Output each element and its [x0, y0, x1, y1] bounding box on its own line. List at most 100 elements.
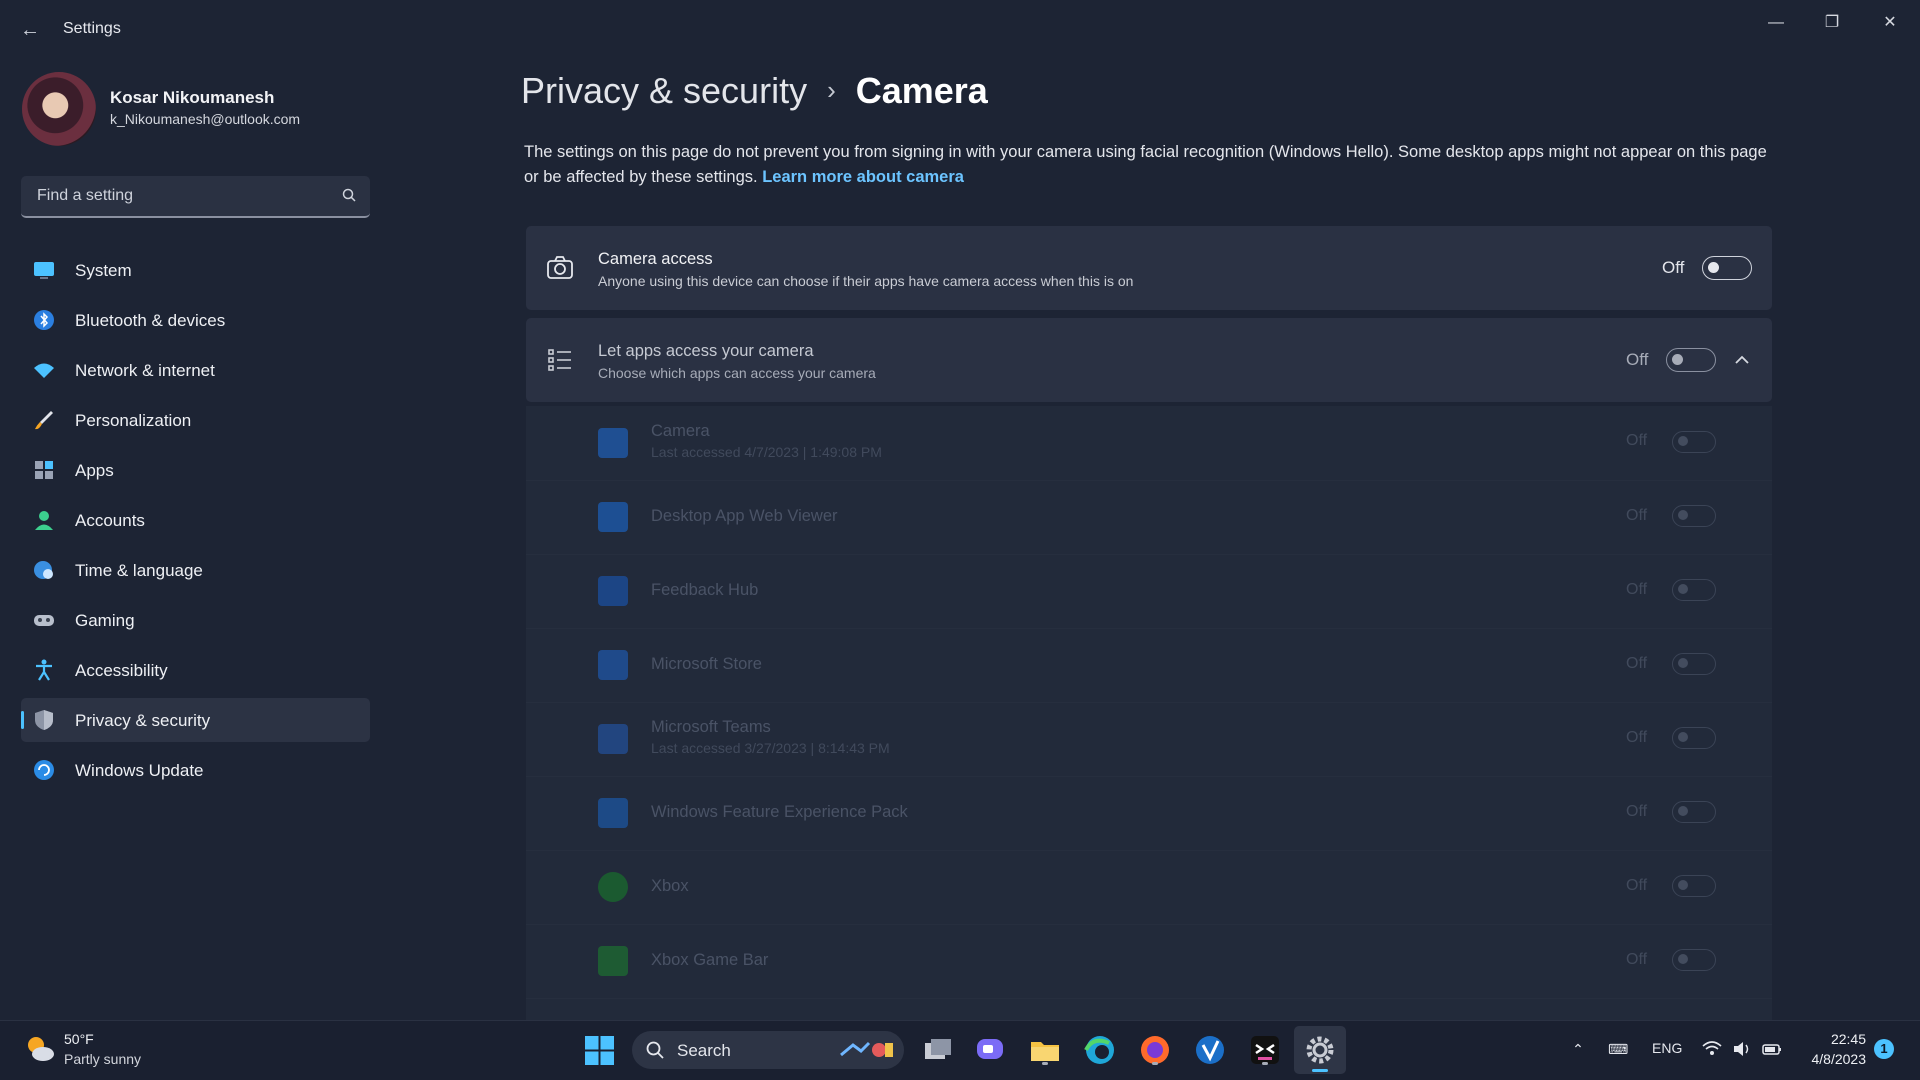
- app-toggle: [1672, 579, 1716, 601]
- xbox-app-icon: [598, 872, 628, 902]
- sidebar-item-label: Privacy & security: [75, 711, 211, 730]
- xbox-game-bar-app-icon: [598, 946, 628, 976]
- toggle-knob: [1678, 954, 1688, 964]
- app-toggle: [1672, 949, 1716, 971]
- let-apps-toggle[interactable]: [1666, 348, 1716, 372]
- keyboard-icon[interactable]: ⌨: [1608, 1039, 1628, 1059]
- sidebar-item-accounts[interactable]: Accounts: [21, 498, 370, 542]
- app-row-desktop-app-web-viewer: Desktop App Web Viewer Off: [526, 480, 1772, 555]
- sidebar-item-system[interactable]: System: [21, 248, 370, 292]
- taskbar: 50°F Partly sunny Search ⌃ ⌨ ENG 22:45 4…: [0, 1020, 1920, 1080]
- shield-icon: [35, 710, 53, 730]
- weather-temperature[interactable]: 50°F: [64, 1031, 94, 1047]
- learn-more-link[interactable]: Learn more about camera: [762, 168, 964, 186]
- chevron-up-icon[interactable]: ⌃: [1568, 1039, 1588, 1059]
- avatar[interactable]: [22, 72, 96, 146]
- chevron-up-icon[interactable]: [1731, 349, 1753, 371]
- let-apps-access-card[interactable]: Let apps access your camera Choose which…: [526, 318, 1772, 402]
- app-state: Off: [1626, 432, 1648, 449]
- apps-icon: [35, 461, 53, 479]
- sidebar-item-privacy-security[interactable]: Privacy & security: [21, 698, 370, 742]
- store-app-icon: [598, 650, 628, 680]
- search-input[interactable]: [35, 186, 329, 206]
- wifi-icon[interactable]: [1702, 1039, 1722, 1059]
- volume-icon[interactable]: [1732, 1039, 1752, 1059]
- list-icon: [548, 349, 571, 371]
- weather-description[interactable]: Partly sunny: [64, 1051, 141, 1067]
- restore-icon[interactable]: ❐: [1810, 8, 1854, 38]
- file-explorer-icon[interactable]: [1028, 1033, 1062, 1067]
- description-text: The settings on this page do not prevent…: [524, 143, 1767, 186]
- accessibility-icon: [36, 659, 52, 681]
- edge-browser-icon[interactable]: [1083, 1033, 1117, 1067]
- chat-icon[interactable]: [973, 1033, 1007, 1067]
- app-row-xbox: Xbox Off: [526, 850, 1772, 925]
- breadcrumb-parent[interactable]: Privacy & security: [521, 70, 807, 111]
- page-description: The settings on this page do not prevent…: [524, 140, 1774, 190]
- running-indicator: [1042, 1062, 1048, 1065]
- update-icon: [34, 760, 54, 780]
- camera-access-toggle[interactable]: [1702, 256, 1752, 280]
- search-box[interactable]: [21, 176, 370, 218]
- app-last-accessed: Last accessed 3/27/2023 | 8:14:43 PM: [651, 740, 890, 756]
- vector-app-icon[interactable]: [1193, 1033, 1227, 1067]
- app-row-xbox-game-bar: Xbox Game Bar Off: [526, 924, 1772, 999]
- firefox-icon[interactable]: [1138, 1033, 1172, 1067]
- close-icon[interactable]: ✕: [1868, 8, 1912, 38]
- taskbar-search[interactable]: Search: [632, 1031, 904, 1069]
- notification-badge[interactable]: 1: [1874, 1039, 1894, 1059]
- partly-sunny-icon[interactable]: [24, 1033, 56, 1065]
- sidebar-item-apps[interactable]: Apps: [21, 448, 370, 492]
- app-toggle: [1672, 431, 1716, 453]
- camera-access-title: Camera access: [598, 250, 713, 268]
- sidebar-item-time-language[interactable]: Time & language: [21, 548, 370, 592]
- app-name: Camera: [651, 422, 710, 440]
- back-arrow-icon[interactable]: ←: [18, 18, 42, 42]
- app-last-accessed: Last accessed 4/7/2023 | 1:49:08 PM: [651, 444, 882, 460]
- app-row-feedback-hub: Feedback Hub Off: [526, 554, 1772, 629]
- toggle-knob: [1678, 436, 1688, 446]
- running-indicator: [1152, 1062, 1158, 1065]
- app-toggle: [1672, 801, 1716, 823]
- settings-window: ← Settings — ❐ ✕ Kosar Nikoumanesh k_Nik…: [0, 0, 1920, 1020]
- let-apps-title: Let apps access your camera: [598, 342, 814, 360]
- camera-app-icon: [598, 428, 628, 458]
- sidebar-item-windows-update[interactable]: Windows Update: [21, 748, 370, 792]
- gamepad-icon: [34, 615, 54, 626]
- language-indicator[interactable]: ENG: [1652, 1040, 1682, 1056]
- person-icon: [35, 511, 53, 530]
- minimize-icon[interactable]: —: [1754, 8, 1798, 38]
- monitor-icon: [34, 262, 54, 279]
- let-apps-state: Off: [1626, 350, 1649, 369]
- camera-icon: [547, 256, 573, 279]
- app-row-microsoft-teams: Microsoft Teams Last accessed 3/27/2023 …: [526, 702, 1772, 777]
- camera-access-subtitle: Anyone using this device can choose if t…: [598, 273, 1134, 289]
- app-state: Off: [1626, 729, 1648, 746]
- app-name: Xbox: [651, 877, 689, 895]
- search-icon[interactable]: [342, 188, 356, 202]
- sidebar-item-bluetooth[interactable]: Bluetooth & devices: [21, 298, 370, 342]
- title-bar: ← Settings — ❐ ✕: [0, 0, 1920, 60]
- clock-date[interactable]: 4/8/2023: [1796, 1051, 1867, 1067]
- app-toggle: [1672, 653, 1716, 675]
- sidebar-item-accessibility[interactable]: Accessibility: [21, 648, 370, 692]
- feature-pack-app-icon: [598, 798, 628, 828]
- app-state: Off: [1626, 951, 1648, 968]
- user-name: Kosar Nikoumanesh: [110, 88, 275, 107]
- windows-start-icon[interactable]: [585, 1036, 614, 1065]
- battery-icon[interactable]: [1762, 1039, 1782, 1059]
- sidebar-item-label: Time & language: [75, 561, 203, 580]
- toggle-knob: [1708, 262, 1719, 273]
- gamepad-app-icon[interactable]: [1248, 1033, 1282, 1067]
- app-toggle: [1672, 505, 1716, 527]
- toggle-knob: [1672, 354, 1683, 365]
- bluetooth-icon: [34, 310, 54, 330]
- search-highlight-icon: [840, 1041, 893, 1057]
- sidebar-item-gaming[interactable]: Gaming: [21, 598, 370, 642]
- task-view-icon[interactable]: [921, 1033, 955, 1067]
- sidebar-item-personalization[interactable]: Personalization: [21, 398, 370, 442]
- app-name: Xbox Game Bar: [651, 951, 769, 969]
- settings-app-icon[interactable]: [1294, 1026, 1346, 1074]
- clock-time[interactable]: 22:45: [1806, 1031, 1866, 1047]
- sidebar-item-network[interactable]: Network & internet: [21, 348, 370, 392]
